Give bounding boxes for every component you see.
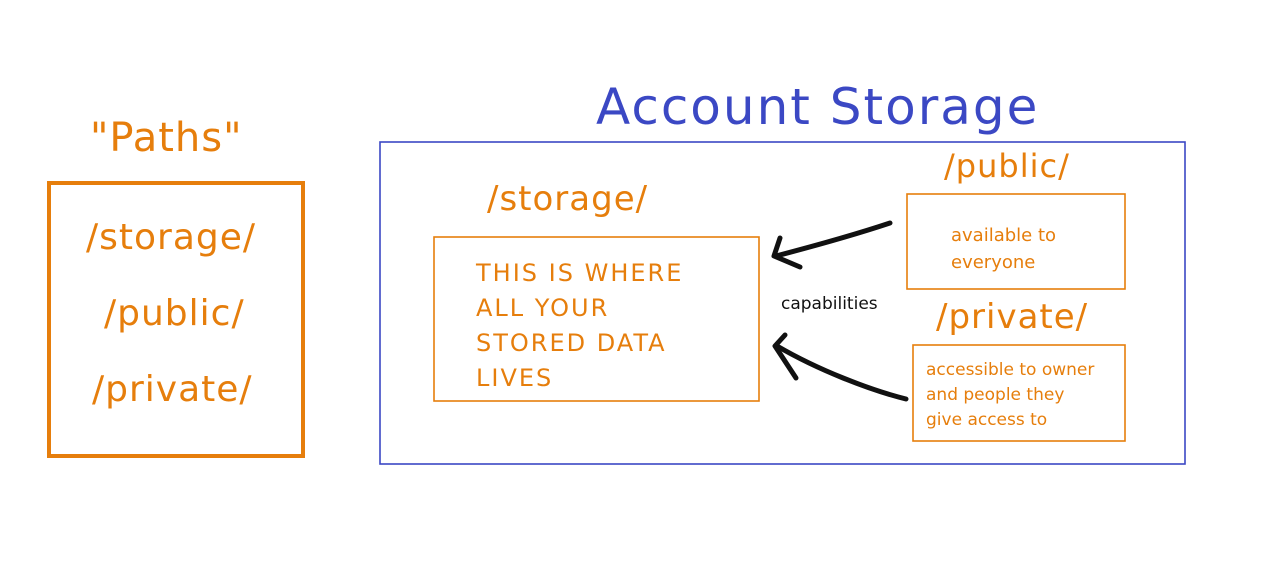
public-description: available to everyone (951, 225, 1057, 273)
paths-item-storage: /storage/ (86, 217, 257, 258)
capabilities-label: capabilities (781, 294, 878, 314)
public-label: /public/ (944, 147, 1070, 185)
private-to-storage-arrow (772, 332, 909, 402)
public-to-storage-arrow (771, 220, 893, 270)
private-description: accessible to owner and people they give… (926, 360, 1095, 430)
paths-item-public: /public/ (104, 293, 245, 334)
storage-description: THIS IS WHERE ALL YOUR STORED DATA LIVES (476, 259, 684, 392)
paths-item-private: /private/ (92, 369, 253, 410)
storage-label: /storage/ (487, 179, 649, 219)
private-label: /private/ (936, 297, 1089, 337)
paths-title: "Paths" (90, 115, 243, 161)
account-storage-title: Account Storage (596, 78, 1040, 136)
